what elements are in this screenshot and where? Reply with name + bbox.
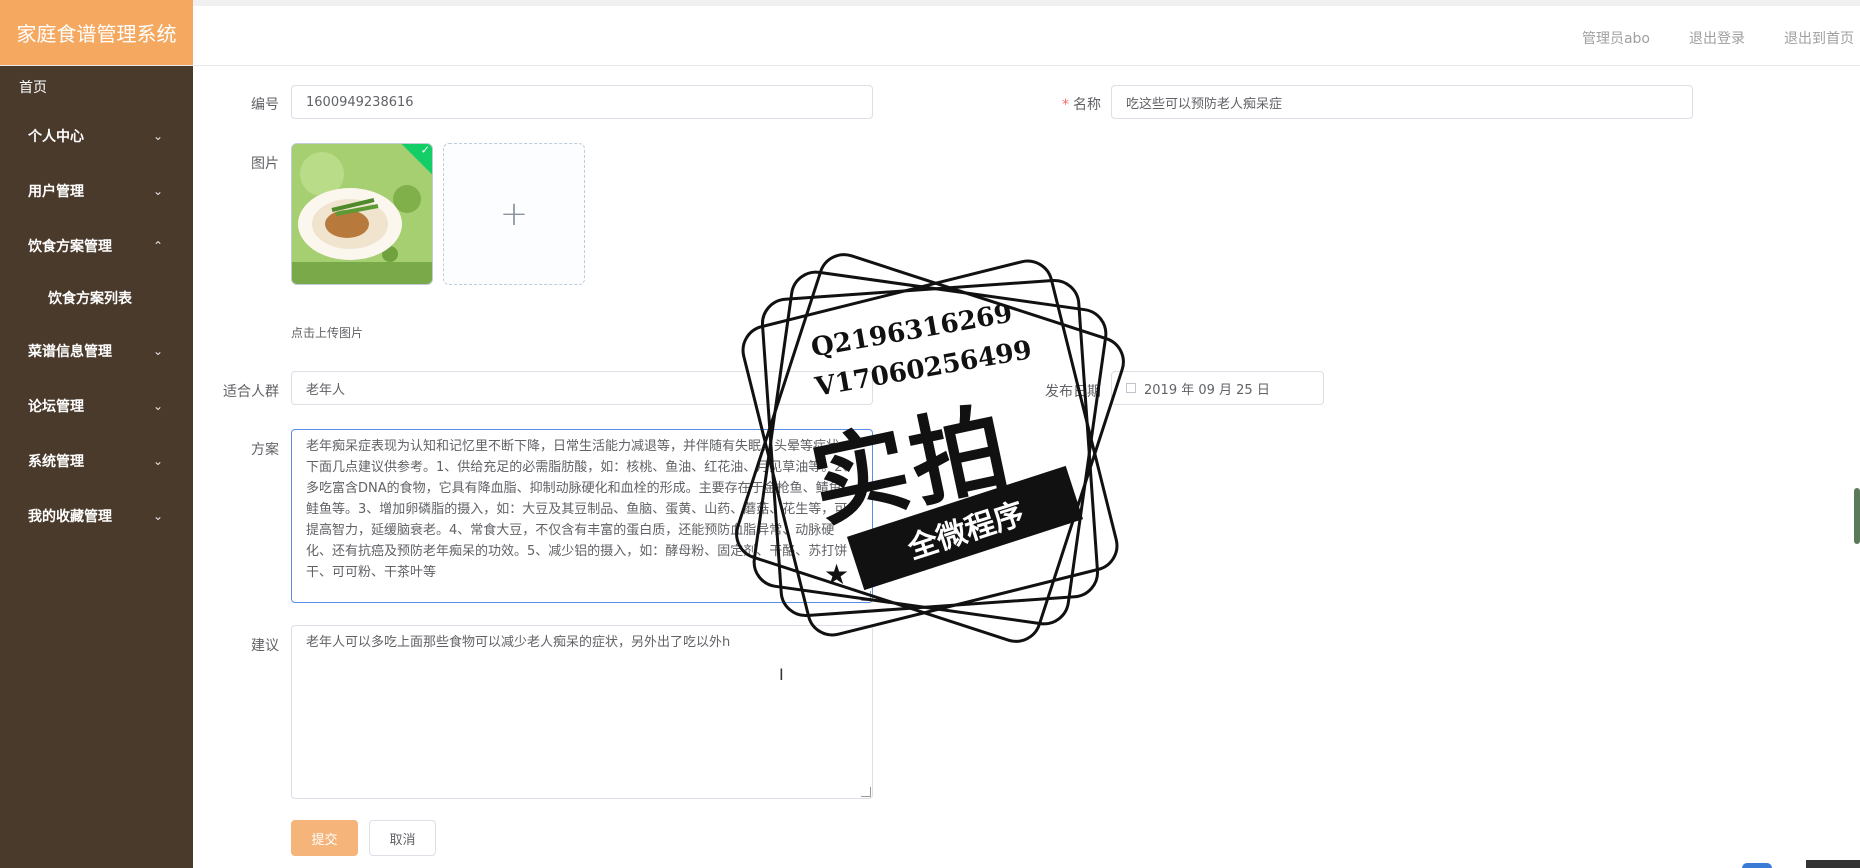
star-icon: ★ <box>1050 498 1076 531</box>
uploaded-image-thumbnail[interactable]: ✓ <box>291 143 433 285</box>
sidebar-item-diet-plan-management[interactable]: 饮食方案管理 ⌃ <box>0 218 193 273</box>
plan-label: 方案 <box>251 442 279 458</box>
sidebar-item-user-management[interactable]: 用户管理 ⌄ <box>0 163 193 218</box>
required-asterisk: * <box>1062 97 1069 113</box>
chevron-down-icon: ⌄ <box>152 128 164 143</box>
header-links: 管理员abo 退出登录 退出到首页 <box>1582 28 1854 48</box>
chevron-down-icon: ⌄ <box>152 343 164 358</box>
taskbar-corner <box>1806 860 1860 868</box>
crowd-label: 适合人群 <box>223 384 279 400</box>
advice-text: 老年人可以多吃上面那些食物可以减少老人痴呆的症状，另外出了吃以外h <box>306 635 731 650</box>
sidebar-item-system-management[interactable]: 系统管理 ⌄ <box>0 433 193 488</box>
chevron-down-icon: ⌄ <box>152 183 164 198</box>
sidebar-item-label: 系统管理 <box>28 453 84 470</box>
plus-icon: + <box>499 194 529 234</box>
sidebar-item-label: 菜谱信息管理 <box>28 343 112 360</box>
cancel-button[interactable]: 取消 <box>369 820 436 856</box>
advice-label: 建议 <box>251 638 279 654</box>
chevron-down-icon: ⌄ <box>152 508 164 523</box>
id-field[interactable]: 1600949238616 <box>291 85 873 119</box>
chevron-up-icon: ⌃ <box>152 238 164 253</box>
top-header: 管理员abo 退出登录 退出到首页 <box>193 0 1860 66</box>
sidebar-item-favorites-management[interactable]: 我的收藏管理 ⌄ <box>0 488 193 543</box>
sidebar-item-label: 我的收藏管理 <box>28 508 112 525</box>
back-home-link[interactable]: 退出到首页 <box>1784 28 1854 48</box>
sidebar-item-label: 论坛管理 <box>28 398 84 415</box>
floating-widget-edge <box>1742 863 1772 868</box>
sidebar-item-forum-management[interactable]: 论坛管理 ⌄ <box>0 378 193 433</box>
food-plate-image <box>292 144 432 284</box>
date-value: 2019 年 09 月 25 日 <box>1144 382 1270 398</box>
chevron-down-icon: ⌄ <box>152 398 164 413</box>
image-label: 图片 <box>251 156 279 172</box>
sidebar-item-recipe-management[interactable]: 菜谱信息管理 ⌄ <box>0 323 193 378</box>
app-brand: 家庭食谱管理系统 <box>0 0 193 66</box>
sidebar-item-label: 饮食方案管理 <box>28 238 112 255</box>
scrollbar-handle[interactable] <box>1854 488 1860 544</box>
submit-button[interactable]: 提交 <box>291 820 358 856</box>
id-label: 编号 <box>251 97 279 113</box>
date-picker[interactable]: 2019 年 09 月 25 日 <box>1111 371 1324 405</box>
app: 家庭食谱管理系统 首页 个人中心 ⌄ 用户管理 ⌄ 饮食方案管理 ⌃ 饮食方案列… <box>0 0 1860 868</box>
sidebar: 家庭食谱管理系统 首页 个人中心 ⌄ 用户管理 ⌄ 饮食方案管理 ⌃ 饮食方案列… <box>0 0 193 868</box>
sidebar-item-personal-center[interactable]: 个人中心 ⌄ <box>0 108 193 163</box>
chevron-down-icon: ⌄ <box>152 453 164 468</box>
upload-tip: 点击上传图片 <box>291 326 364 340</box>
logout-link[interactable]: 退出登录 <box>1689 28 1745 48</box>
admin-user-link[interactable]: 管理员abo <box>1582 28 1650 48</box>
sidebar-item-label: 个人中心 <box>28 128 84 145</box>
sidebar-subitem-diet-plan-list[interactable]: 饮食方案列表 <box>0 273 193 323</box>
name-label: * 名称 <box>1011 94 1101 114</box>
sidebar-item-label: 用户管理 <box>28 183 84 200</box>
watermark-stamp: Q2196316269 V17060256499 实拍 全微程序 ★ ★ <box>728 246 1132 668</box>
sidebar-item-home[interactable]: 首页 <box>0 66 193 108</box>
name-label-text: 名称 <box>1073 97 1101 113</box>
resize-handle[interactable] <box>861 787 871 797</box>
add-image-button[interactable]: + <box>443 143 585 285</box>
name-field[interactable]: 吃这些可以预防老人痴呆症 <box>1111 85 1693 119</box>
check-icon: ✓ <box>420 143 430 157</box>
star-icon: ★ <box>824 558 850 591</box>
